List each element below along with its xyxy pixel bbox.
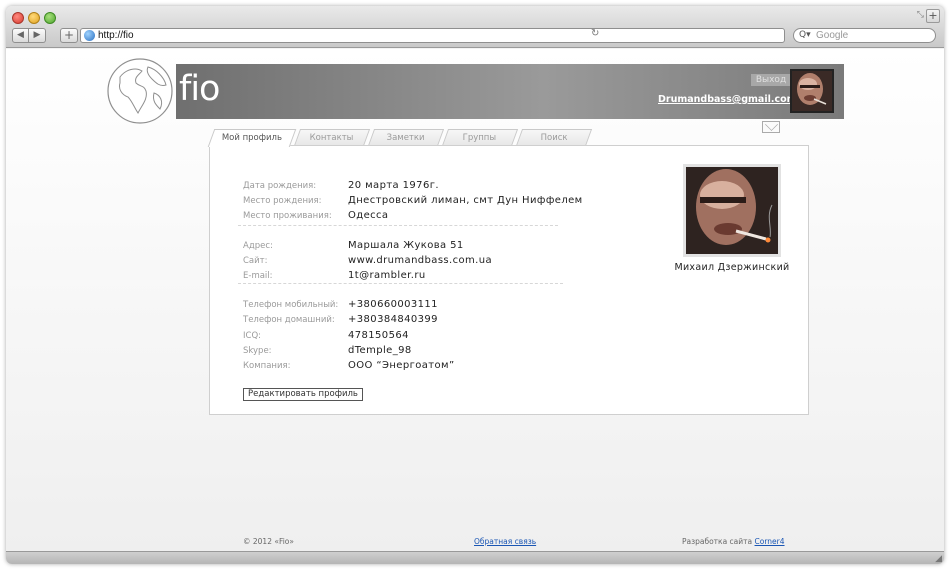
profile-photo-image <box>686 167 778 254</box>
tab-notes[interactable]: Заметки <box>367 129 445 146</box>
profile-name: Михаил Дзержинский <box>674 262 790 273</box>
footer-developer: Разработка сайта Corner4 <box>682 537 785 546</box>
skype-row: Skype: dTemple_98 <box>243 338 412 356</box>
birth-date-row: Дата рождения: 20 марта 1976г. <box>243 173 439 191</box>
field-label: Компания: <box>243 361 291 371</box>
field-label: Место проживания: <box>243 211 332 221</box>
footer-copyright: © 2012 «Fio» <box>243 537 294 546</box>
field-value: ООО “Энергоатом” <box>348 360 455 371</box>
site-header: Выход Drumandbass@gmail.com <box>176 64 844 119</box>
window-zoom-button[interactable] <box>44 12 56 24</box>
mobile-phone-row: Телефон мобильный: +380660003111 <box>243 292 438 310</box>
address-bar[interactable]: http://fio ↻ <box>80 28 785 43</box>
window-minimize-button[interactable] <box>28 12 40 24</box>
site-globe-icon <box>84 30 95 41</box>
birth-place-row: Место рождения: Днестровский лиман, смт Д… <box>243 188 583 206</box>
feedback-link[interactable]: Обратная связь <box>474 537 536 546</box>
field-value: 1t@rambler.ru <box>348 270 426 281</box>
add-bookmark-button[interactable]: + <box>60 28 78 43</box>
user-email-link[interactable]: Drumandbass@gmail.com <box>658 94 797 105</box>
edit-profile-button[interactable]: Редактировать профиль <box>243 388 363 401</box>
reload-icon[interactable]: ↻ <box>591 28 599 39</box>
residence-row: Место проживания: Одесса <box>243 203 388 221</box>
url-text[interactable]: http://fio <box>98 29 134 42</box>
field-label: E-mail: <box>243 271 273 281</box>
avatar-image <box>792 71 832 111</box>
globe-logo-icon[interactable] <box>106 57 174 125</box>
profile-panel: Дата рождения: 20 марта 1976г. Место рожд… <box>209 145 809 415</box>
email-row: E-mail: 1t@rambler.ru <box>243 263 426 281</box>
company-row: Компания: ООО “Энергоатом” <box>243 353 455 371</box>
resize-grip-icon[interactable]: ◢ <box>935 554 942 564</box>
search-icon[interactable]: Q▾ <box>799 29 811 42</box>
fullscreen-icon[interactable]: ⤡ <box>917 10 924 20</box>
section-divider <box>238 283 563 284</box>
new-tab-button[interactable]: + <box>926 9 940 23</box>
tab-search[interactable]: Поиск <box>515 129 593 146</box>
status-bar: ◢ <box>6 551 944 564</box>
home-phone-row: Телефон домашний: +380384840399 <box>243 307 438 325</box>
address-row: Адрес: Маршала Жукова 51 <box>243 233 464 251</box>
field-value: Одесса <box>348 210 389 221</box>
header-avatar[interactable] <box>790 69 834 113</box>
logout-button[interactable]: Выход <box>751 74 791 86</box>
tab-my-profile[interactable]: Мой профиль <box>207 129 297 147</box>
site-logo-text[interactable]: fio <box>179 69 220 109</box>
browser-toolbar: ⤡ + ◀ ▶ + http://fio ↻ Q▾ Google <box>6 6 944 48</box>
icq-row: ICQ: 478150564 <box>243 323 409 341</box>
tab-groups[interactable]: Группы <box>441 129 519 146</box>
developer-text: Разработка сайта <box>682 537 753 546</box>
search-field[interactable]: Q▾ Google <box>793 28 936 43</box>
tab-contacts[interactable]: Контакты <box>293 129 371 146</box>
search-placeholder[interactable]: Google <box>816 29 848 42</box>
mail-icon[interactable] <box>762 121 780 133</box>
website-row: Сайт: www.drumandbass.com.ua <box>243 248 492 266</box>
forward-button[interactable]: ▶ <box>29 28 46 43</box>
profile-photo[interactable] <box>683 164 781 257</box>
browser-window: ⤡ + ◀ ▶ + http://fio ↻ Q▾ Google Выход D… <box>6 6 944 564</box>
page-content: Выход Drumandbass@gmail.com fio Мой проф… <box>6 49 944 551</box>
window-close-button[interactable] <box>12 12 24 24</box>
section-divider <box>238 225 558 226</box>
back-button[interactable]: ◀ <box>12 28 29 43</box>
developer-link[interactable]: Corner4 <box>755 537 785 546</box>
